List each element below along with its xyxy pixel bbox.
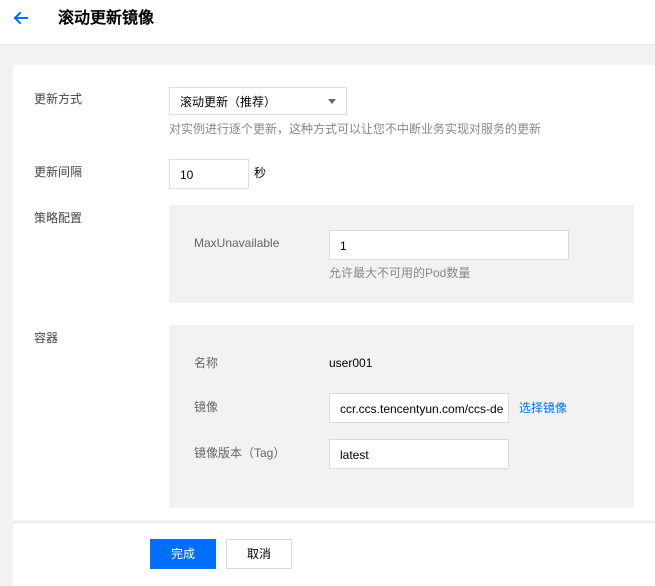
max-unavailable-hint: 允许最大不可用的Pod数量 [329, 266, 471, 280]
max-unavailable-label: MaxUnavailable [194, 236, 280, 250]
max-unavailable-input[interactable]: 1 [329, 230, 569, 260]
update-interval-label: 更新间隔 [34, 165, 83, 179]
update-method-selected-value: 滚动更新（推荐） [180, 95, 277, 109]
container-image-value: ccr.ccs.tencentyun.com/ccs-de [340, 402, 504, 416]
container-name-value: user001 [329, 356, 373, 370]
update-method-hint: 对实例进行逐个更新，这种方式可以让您不中断业务实现对服务的更新 [169, 122, 542, 136]
update-interval-input[interactable]: 10 [169, 159, 249, 189]
container-image-label: 镜像 [194, 400, 219, 414]
update-method-select[interactable]: 滚动更新（推荐） [169, 87, 347, 115]
update-interval-value: 10 [180, 168, 194, 182]
arrow-left-icon[interactable] [12, 9, 30, 27]
max-unavailable-value: 1 [340, 239, 347, 253]
container-tag-label: 镜像版本（Tag） [194, 446, 286, 460]
page-title: 滚动更新镜像 [58, 10, 155, 27]
container-image-input[interactable]: ccr.ccs.tencentyun.com/ccs-de [329, 393, 509, 423]
cancel-button[interactable]: 取消 [226, 539, 292, 569]
container-tag-input[interactable]: latest [329, 439, 509, 469]
container-tag-value: latest [340, 448, 369, 462]
form-footer [13, 522, 655, 586]
update-interval-unit: 秒 [254, 166, 267, 180]
select-image-link[interactable]: 选择镜像 [519, 400, 567, 416]
container-label: 容器 [34, 331, 59, 345]
caret-down-icon [328, 99, 336, 104]
strategy-label: 策略配置 [34, 211, 83, 225]
page-header: 滚动更新镜像 [0, 0, 655, 45]
update-method-label: 更新方式 [34, 92, 83, 106]
container-name-label: 名称 [194, 356, 219, 370]
confirm-button[interactable]: 完成 [150, 539, 216, 569]
